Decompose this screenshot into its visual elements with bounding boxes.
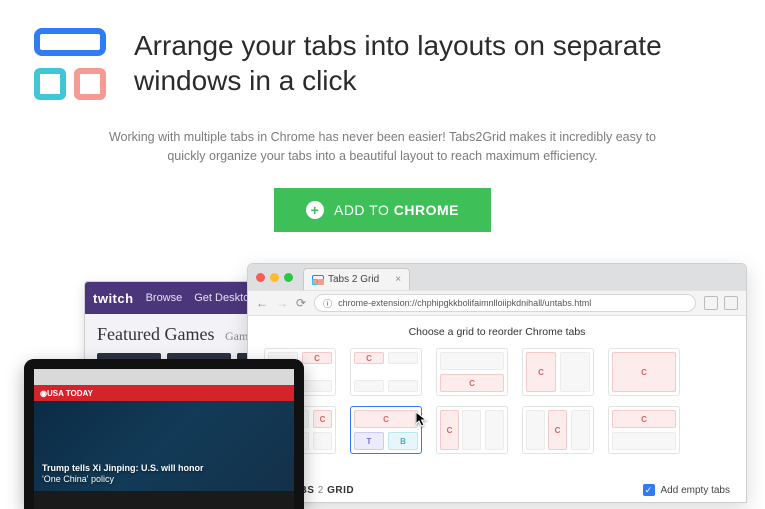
extension-icon[interactable] [704, 296, 718, 310]
news-headline: Trump tells Xi Jinping: U.S. will honor … [42, 463, 286, 485]
close-tab-icon[interactable]: × [395, 274, 401, 285]
twitch-logo: twitch [93, 291, 134, 306]
plus-icon: + [306, 201, 324, 219]
grid-picker-title: Choose a grid to reorder Chrome tabs [264, 326, 730, 338]
checkbox-checked-icon: ✓ [643, 484, 655, 496]
browser-tab[interactable]: Tabs 2 Grid × [303, 268, 410, 290]
info-icon: ⓘ [323, 297, 332, 310]
back-icon[interactable]: ← [256, 296, 268, 310]
cta-label: ADD TO CHROME [334, 202, 459, 218]
screenshot-stage: twitch Browse Get Desktop Try Prime ••• … [0, 263, 765, 503]
address-text: chrome-extension://chphipgkkbolifaimnllo… [338, 298, 591, 308]
page-headline: Arrange your tabs into layouts on separa… [134, 28, 731, 98]
page-subtext: Working with multiple tabs in Chrome has… [0, 100, 765, 166]
main-window-tabs2grid: Tabs 2 Grid × ← → ⟳ ⓘ chrome-extension:/… [247, 263, 747, 503]
reload-icon[interactable]: ⟳ [296, 296, 306, 310]
laptop-mockup: ◉ USA TODAY Trump tells Xi Jinping: U.S.… [24, 359, 304, 509]
news-brand: USA TODAY [47, 389, 93, 398]
tab-favicon [312, 275, 322, 285]
layout-option-selected[interactable]: C T B [350, 406, 422, 454]
add-empty-tabs-checkbox[interactable]: ✓ Add empty tabs [643, 484, 730, 496]
forward-icon[interactable]: → [276, 296, 288, 310]
checkbox-label: Add empty tabs [661, 485, 730, 496]
layout-option[interactable]: C [608, 348, 680, 396]
extension-icon[interactable] [724, 296, 738, 310]
layout-option[interactable]: C [608, 406, 680, 454]
app-logo [34, 28, 106, 100]
twitch-nav-item: Browse [146, 292, 183, 304]
layout-option[interactable]: C [522, 348, 594, 396]
layout-option[interactable]: C [350, 348, 422, 396]
tab-title: Tabs 2 Grid [328, 274, 379, 285]
layout-option[interactable]: C [436, 406, 508, 454]
add-to-chrome-button[interactable]: + ADD TO CHROME [274, 188, 491, 232]
layout-option[interactable]: C [436, 348, 508, 396]
window-traffic-lights [256, 273, 293, 282]
address-bar[interactable]: ⓘ chrome-extension://chphipgkkbolifaimnl… [314, 294, 696, 312]
layout-grid: C C C C [264, 348, 730, 454]
twitch-section-title: Featured Games [97, 324, 214, 344]
cursor-icon [416, 412, 428, 428]
layout-option[interactable]: C [522, 406, 594, 454]
